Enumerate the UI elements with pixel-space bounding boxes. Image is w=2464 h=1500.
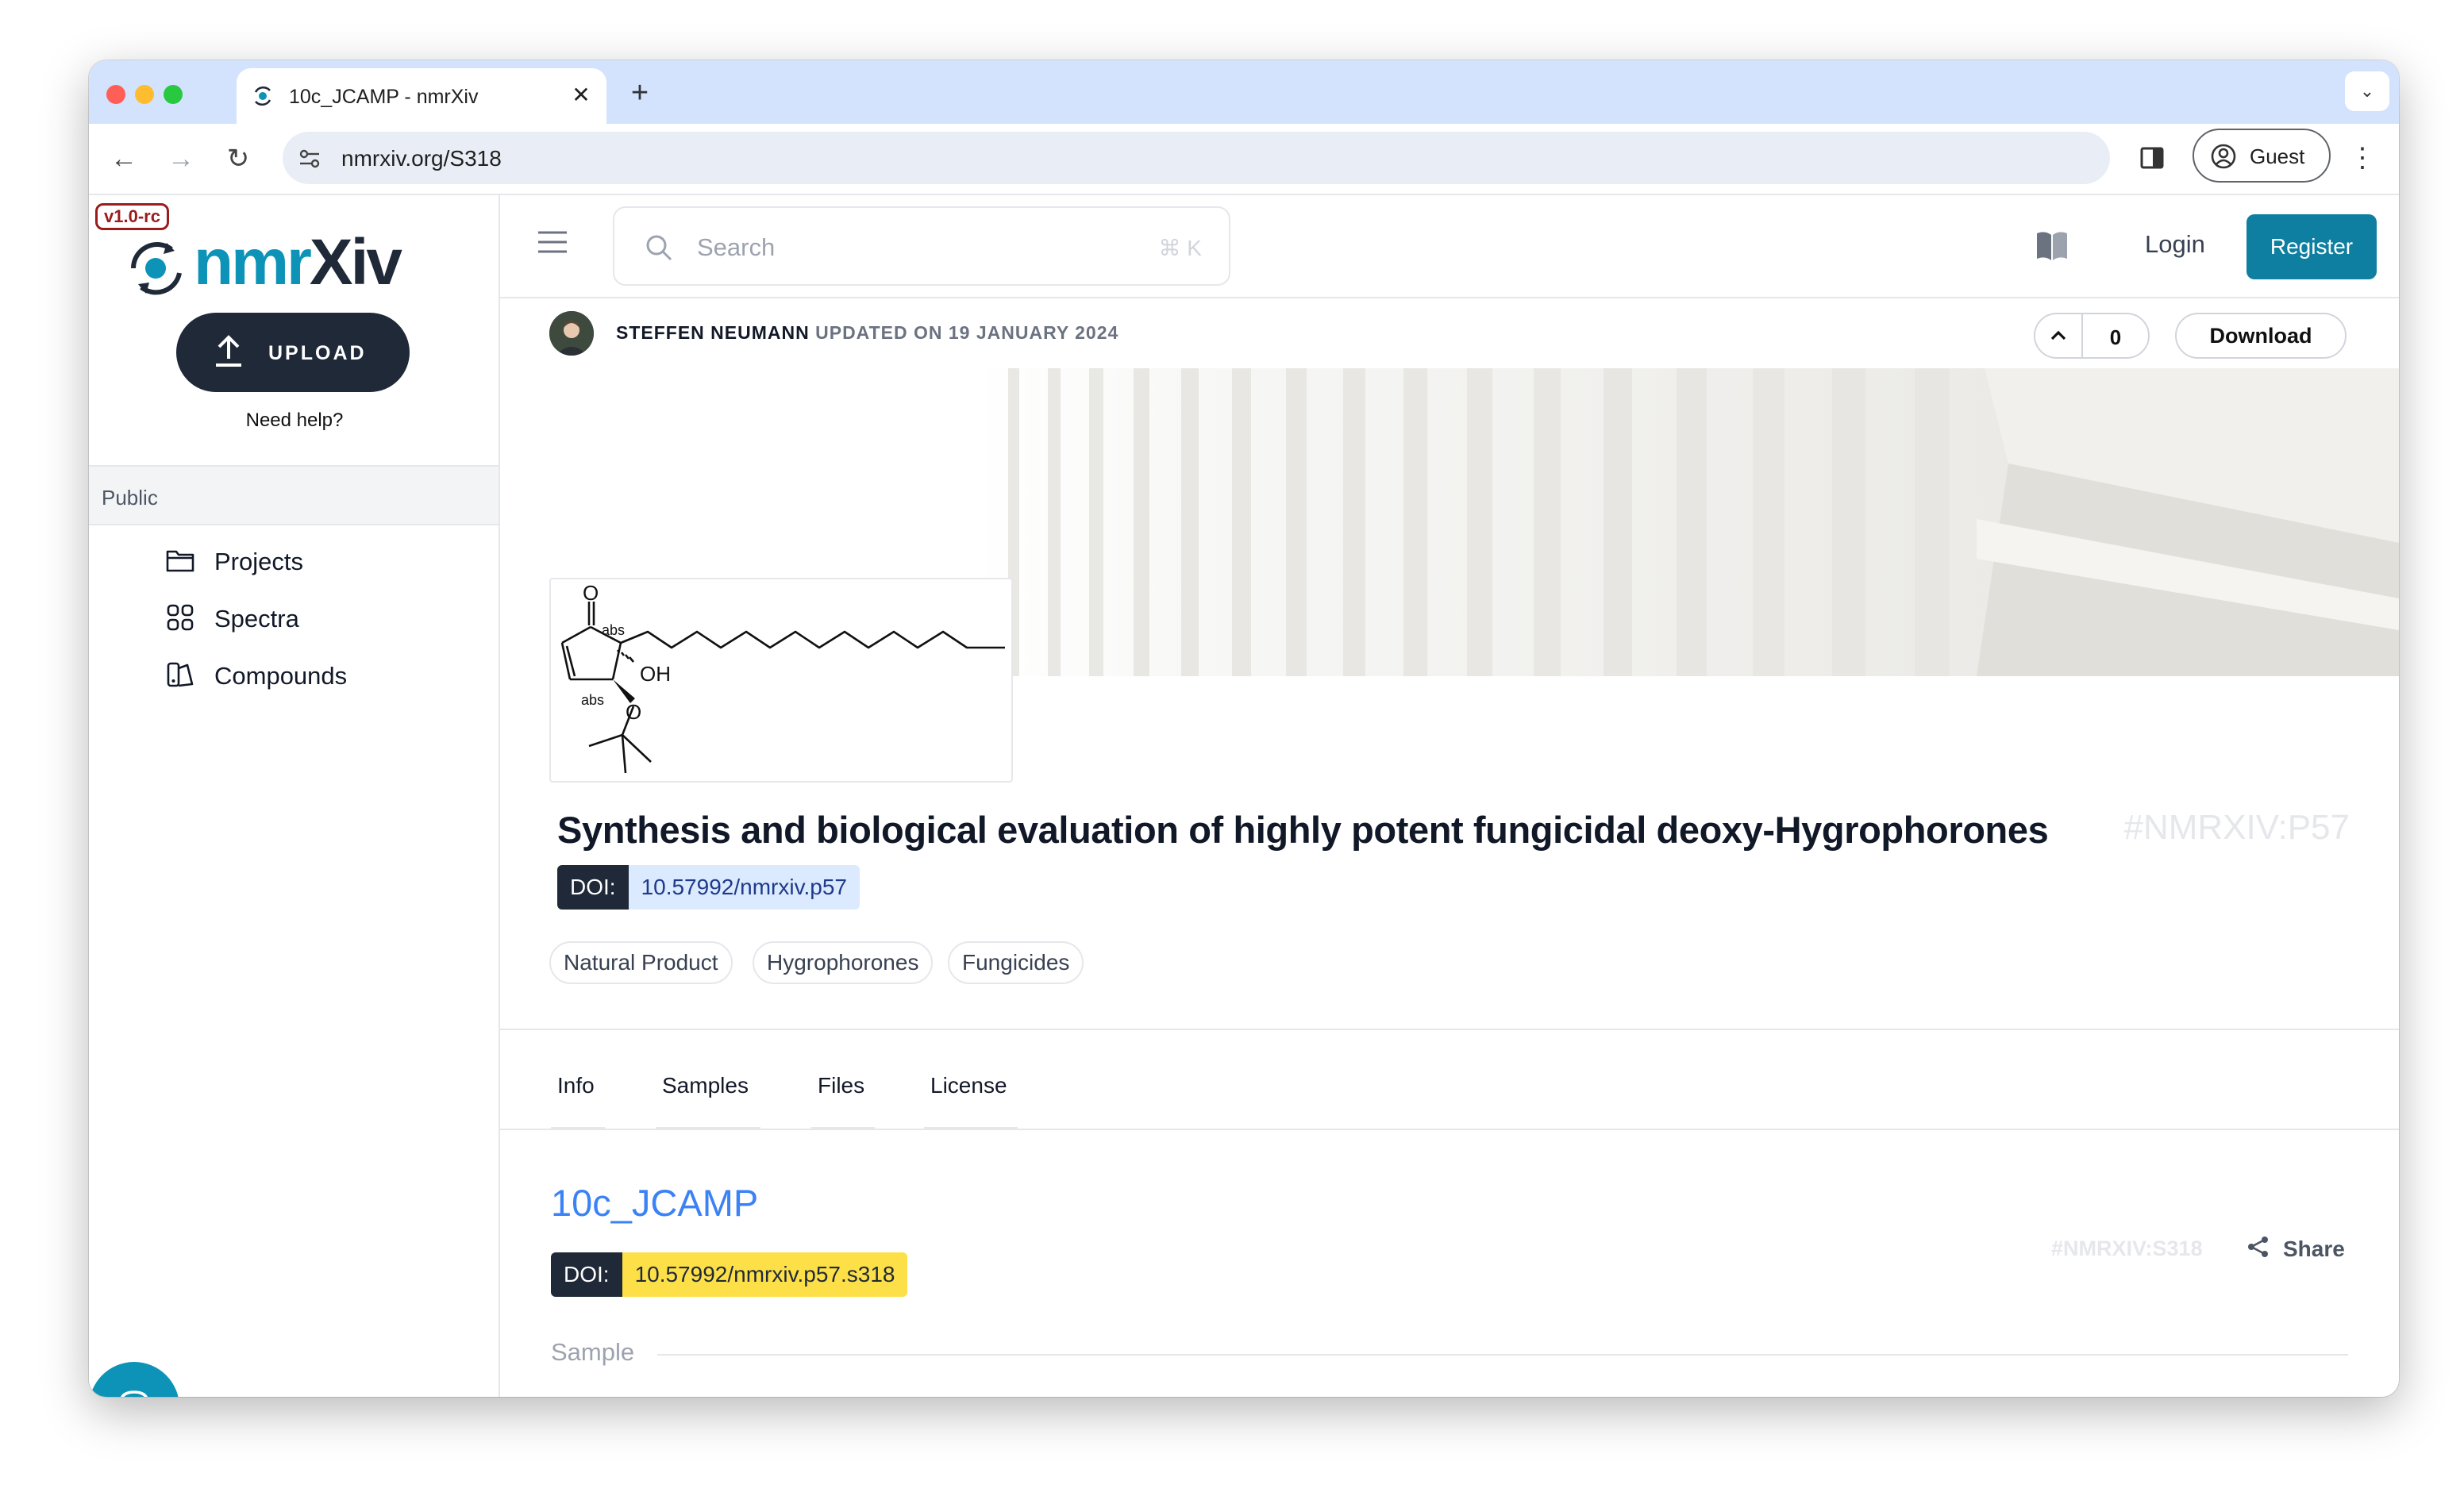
search-placeholder: Search: [697, 233, 776, 261]
logo-text-xiv: Xiv: [309, 226, 402, 298]
tab-samples[interactable]: Samples: [662, 1073, 749, 1098]
keyword-chip[interactable]: Hygrophorones: [753, 941, 934, 984]
logo-text-nmr: nmr: [194, 226, 312, 298]
sample-doi-badge[interactable]: DOI: 10.57992/nmrxiv.p57.s318: [551, 1252, 908, 1297]
tab-info[interactable]: Info: [557, 1073, 595, 1098]
author-line: STEFFEN NEUMANN UPDATED ON 19 JANUARY 20…: [616, 322, 1118, 344]
close-window-button[interactable]: [106, 85, 125, 104]
minimize-window-button[interactable]: [135, 85, 154, 104]
molecule-label-hydroxyl: OH: [640, 662, 671, 686]
chat-bubble-icon: [121, 1390, 148, 1397]
vote-widget: 0: [2034, 313, 2150, 359]
chemical-structure-drawing: O abs OH abs O: [560, 581, 1005, 774]
site-settings-icon[interactable]: [297, 146, 322, 171]
share-button[interactable]: Share: [2246, 1232, 2358, 1263]
download-button[interactable]: Download: [2175, 313, 2347, 359]
register-button[interactable]: Register: [2246, 214, 2377, 279]
address-bar[interactable]: nmrxiv.org/S318: [283, 132, 2110, 184]
sidebar-item-spectra[interactable]: Spectra: [165, 595, 483, 640]
tab-strip: 10c_JCAMP - nmrXiv ✕ + ⌄: [89, 60, 2399, 124]
book-icon[interactable]: [2034, 229, 2070, 262]
close-tab-icon[interactable]: ✕: [567, 81, 595, 110]
upload-label: UPLOAD: [268, 342, 367, 364]
sample-section-rule: [657, 1354, 2348, 1356]
profile-avatar-icon: [2211, 144, 2236, 169]
profile-button[interactable]: Guest: [2193, 129, 2331, 183]
tab-search-chevron-icon[interactable]: ⌄: [2345, 71, 2389, 111]
project-identifier: #NMRXIV:P57: [2123, 808, 2350, 847]
tab-title: 10c_JCAMP - nmrXiv: [289, 86, 479, 108]
profile-label: Guest: [2250, 144, 2305, 168]
sample-section-label: Sample: [551, 1338, 635, 1366]
forward-arrow-icon[interactable]: →: [162, 140, 200, 178]
tab-license[interactable]: License: [930, 1073, 1007, 1098]
share-icon: [2248, 1237, 2268, 1257]
project-doi-badge[interactable]: DOI: 10.57992/nmrxiv.p57: [557, 865, 860, 910]
sample-identifier: #NMRXIV:S318: [2051, 1237, 2203, 1260]
browser-tab[interactable]: 10c_JCAMP - nmrXiv ✕: [237, 68, 606, 124]
sidebar-item-label: Compounds: [214, 662, 348, 690]
browser-menu-icon[interactable]: ⋮: [2347, 138, 2378, 178]
share-label: Share: [2283, 1237, 2345, 1261]
new-tab-button[interactable]: +: [622, 76, 657, 111]
vote-count: 0: [2109, 325, 2122, 349]
keyword-chip[interactable]: Fungicides: [948, 941, 1084, 984]
chat-button[interactable]: [89, 1362, 179, 1397]
top-header: Search ⌘ K Login Register: [500, 195, 2399, 298]
need-help-link[interactable]: Need help?: [89, 410, 500, 432]
folder-icon: [166, 550, 194, 572]
tab-files[interactable]: Files: [818, 1073, 864, 1098]
tabs-bottom-border: [500, 1129, 2399, 1130]
public-section-label: Public: [102, 486, 158, 510]
project-meta-bar: STEFFEN NEUMANN UPDATED ON 19 JANUARY 20…: [500, 298, 2399, 368]
search-shortcut: ⌘ K: [1158, 236, 1202, 260]
hamburger-menu-icon[interactable]: [537, 229, 568, 256]
sidebar: v1.0-rc nmrXiv UPLOAD Need help? Public: [89, 195, 500, 1397]
browser-window: 10c_JCAMP - nmrXiv ✕ + ⌄ ← → ↻ nmrxiv.or…: [89, 60, 2399, 1397]
grid-icon: [167, 604, 194, 631]
sidebar-item-label: Projects: [214, 548, 303, 575]
nmrxiv-logo-icon[interactable]: [124, 235, 189, 300]
molecule-structure-image[interactable]: O abs OH abs O: [549, 578, 1013, 783]
browser-toolbar: ← → ↻ nmrxiv.org/S318 Guest ⋮: [89, 124, 2399, 195]
doi-label: DOI:: [557, 865, 629, 910]
side-panel-icon[interactable]: [2132, 138, 2172, 178]
url-text: nmrxiv.org/S318: [341, 146, 502, 171]
doi-label: DOI:: [551, 1252, 622, 1297]
nmrxiv-logo-text[interactable]: nmrXiv: [194, 225, 402, 300]
back-arrow-icon[interactable]: ←: [105, 140, 143, 178]
molecule-label-abs-1: abs: [602, 622, 625, 638]
section-divider: [500, 1029, 2399, 1030]
updated-date: UPDATED ON 19 JANUARY 2024: [815, 322, 1119, 343]
molecule-label-abs-2: abs: [581, 692, 604, 708]
sidebar-item-label: Spectra: [214, 605, 299, 633]
search-icon: [646, 235, 672, 261]
public-section-header: Public: [89, 465, 499, 525]
sidebar-item-compounds[interactable]: Compounds: [165, 652, 483, 697]
nmrxiv-favicon-icon: [254, 87, 271, 106]
project-title: Synthesis and biological evaluation of h…: [557, 809, 2049, 851]
molecule-label-oxygen-top: O: [583, 581, 599, 605]
doi-value[interactable]: 10.57992/nmrxiv.p57.s318: [622, 1252, 908, 1297]
sample-title[interactable]: 10c_JCAMP: [551, 1181, 758, 1225]
compounds-icon: [167, 662, 194, 687]
login-link[interactable]: Login: [2145, 230, 2205, 259]
chevron-up-icon: [2050, 330, 2066, 340]
version-badge: v1.0-rc: [95, 203, 169, 230]
keyword-chip[interactable]: Natural Product: [549, 941, 733, 984]
reload-icon[interactable]: ↻: [219, 140, 257, 178]
author-avatar-icon: [549, 311, 594, 356]
upload-arrow-icon: [216, 335, 241, 367]
search-input[interactable]: Search ⌘ K: [613, 206, 1230, 286]
upvote-button[interactable]: [2035, 314, 2083, 357]
page-content: v1.0-rc nmrXiv UPLOAD Need help? Public: [89, 195, 2399, 1397]
molecule-label-oxygen-bottom: O: [626, 700, 641, 724]
doi-value[interactable]: 10.57992/nmrxiv.p57: [628, 865, 860, 910]
author-name[interactable]: STEFFEN NEUMANN: [616, 322, 810, 343]
maximize-window-button[interactable]: [164, 85, 183, 104]
author-avatar[interactable]: [549, 311, 594, 356]
sidebar-item-projects[interactable]: Projects: [165, 538, 483, 583]
upload-button[interactable]: UPLOAD: [176, 313, 410, 392]
